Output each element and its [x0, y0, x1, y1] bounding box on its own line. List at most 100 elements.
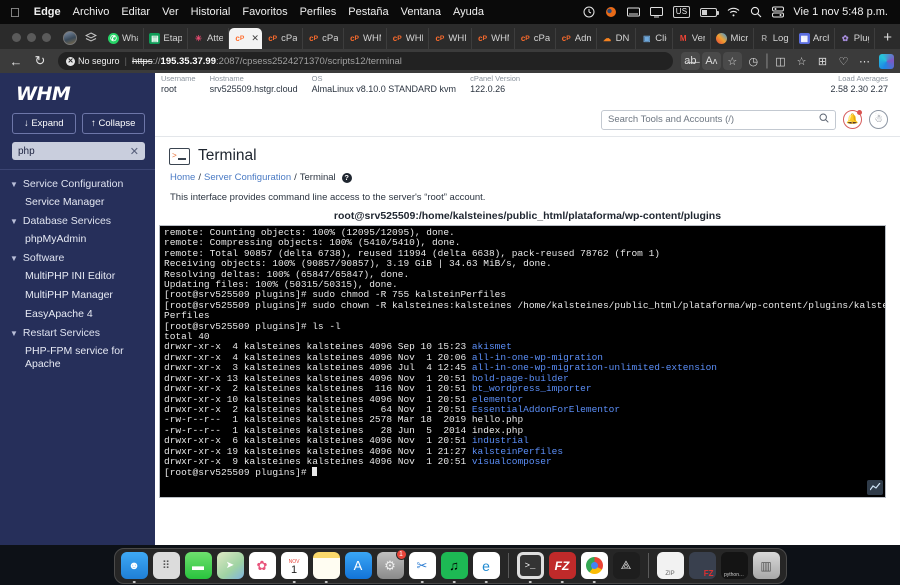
menu-item-ver[interactable]: Ver — [156, 6, 185, 18]
security-indicator[interactable]: ✕ No seguro — [66, 56, 120, 66]
menu-item-ayuda[interactable]: Ayuda — [447, 6, 490, 18]
read-aloud-icon[interactable]: a̶b̶ — [680, 52, 700, 70]
collections-icon[interactable]: ☆ — [792, 52, 811, 70]
filezilla-window-icon[interactable]: FZ — [688, 552, 716, 579]
add-to-collections-icon[interactable]: ⊞ — [813, 52, 832, 70]
clock-status-icon[interactable] — [578, 6, 600, 18]
filezilla-icon[interactable]: FZ — [548, 552, 576, 583]
workspaces-icon[interactable] — [85, 32, 97, 44]
menu-item-ventana[interactable]: Ventana — [395, 6, 447, 18]
spotify-icon[interactable]: ♫ — [440, 552, 468, 583]
browser-tab[interactable]: R Logs — [754, 28, 794, 49]
browser-tab[interactable]: Micro — [711, 28, 754, 49]
terminal-output[interactable]: remote: Counting objects: 100% (12095/12… — [159, 225, 886, 498]
breadcrumb-server-configuration[interactable]: Server Configuration — [204, 172, 291, 183]
search-icon[interactable] — [819, 113, 829, 126]
browser-tab[interactable]: ✆What — [103, 28, 145, 49]
whm-logo[interactable]: WHM — [0, 73, 155, 111]
zip-file-icon[interactable]: ZIP — [656, 552, 684, 579]
copilot-icon[interactable] — [879, 53, 894, 69]
browser-tab[interactable]: cPAdmi — [556, 28, 597, 49]
system-settings-icon[interactable]: ⚙ 1 — [376, 549, 407, 579]
sidebar-group-restart-services[interactable]: ▼ Restart Services — [0, 324, 155, 342]
sidebar-group-software[interactable]: ▼ Software — [0, 249, 155, 267]
sidebar-group-service-configuration[interactable]: ▼ Service Configuration — [0, 175, 155, 193]
reload-icon[interactable]: ↻ — [30, 53, 50, 69]
menubar-clock[interactable]: Vie 1 nov 5:48 p.m. — [789, 6, 894, 18]
zoom-window-button[interactable] — [42, 33, 51, 42]
wifi-status-icon[interactable] — [722, 7, 745, 17]
launchpad-icon[interactable]: ⠿ — [152, 552, 180, 579]
back-arrow-icon[interactable]: ← — [6, 54, 26, 69]
rocket-icon[interactable]: ⟁ — [612, 552, 640, 579]
address-bar[interactable]: ✕ No seguro | https://195.35.37.99:2087/… — [58, 52, 673, 70]
maps-icon[interactable]: ➤ — [216, 552, 244, 579]
close-window-button[interactable] — [12, 33, 21, 42]
expand-button[interactable]: ↓ Expand — [12, 113, 76, 134]
resize-handle-icon[interactable] — [867, 480, 883, 495]
profile-avatar[interactable] — [63, 31, 77, 45]
menu-item-favoritos[interactable]: Favoritos — [236, 6, 293, 18]
app-store-icon[interactable]: A — [344, 552, 372, 579]
sidebar-item-multiphp-ini-editor[interactable]: MultiPHP INI Editor — [0, 267, 155, 286]
menu-item-editar[interactable]: Editar — [115, 6, 156, 18]
browser-essentials-icon[interactable]: ♡ — [834, 52, 853, 70]
browser-tab[interactable]: ✳ Atten — [188, 28, 230, 49]
sidebar-item-service-manager[interactable]: Service Manager — [0, 193, 155, 212]
photos-icon[interactable]: ✿ — [248, 552, 276, 579]
breadcrumb-home[interactable]: Home — [170, 172, 195, 183]
browser-tab[interactable]: cPWHM — [472, 28, 515, 49]
browser-tab[interactable]: M Verif — [673, 28, 712, 49]
display-status-icon[interactable] — [645, 6, 668, 18]
chrome-icon[interactable] — [580, 552, 608, 583]
browser-tab[interactable]: cPWHM — [387, 28, 430, 49]
finder-icon[interactable]: ☻ — [120, 552, 148, 583]
messages-icon[interactable]: ▬ — [184, 552, 212, 579]
browser-tab[interactable]: ▤Etapa — [144, 28, 188, 49]
clear-search-icon[interactable]: ✕ — [130, 145, 139, 158]
close-tab-icon[interactable]: ✕ — [251, 33, 259, 44]
vscode-icon[interactable]: ✂ — [408, 552, 436, 583]
sidebar-item-easyapache-4[interactable]: EasyApache 4 — [0, 305, 155, 324]
browser-tab-active[interactable]: cP\✕ — [229, 28, 263, 49]
control-center-icon[interactable] — [767, 6, 789, 18]
user-account-button[interactable]: ☃ — [869, 110, 888, 129]
keyboard-status-icon[interactable] — [622, 7, 645, 17]
sidebar-item-php-fpm-service-for-apache[interactable]: PHP-FPM service for Apache — [0, 342, 140, 375]
browser-tab[interactable]: cPcPan — [262, 28, 304, 49]
minimize-window-button[interactable] — [27, 33, 36, 42]
menu-item-archivo[interactable]: Archivo — [67, 6, 116, 18]
apple-menu-icon[interactable]:  — [10, 6, 20, 19]
notifications-button[interactable]: 🔔 — [843, 110, 862, 129]
browser-tab[interactable]: cPWHM — [429, 28, 473, 49]
split-screen-icon[interactable]: ◫ — [771, 52, 790, 70]
terminal-icon[interactable]: >_ — [516, 552, 544, 583]
python-window-icon[interactable]: python… — [720, 552, 748, 579]
sidebar-item-phpmyadmin[interactable]: phpMyAdmin — [0, 230, 155, 249]
input-source-indicator[interactable]: US — [668, 6, 696, 18]
browser-tab[interactable]: ▣ Cliq — [636, 28, 673, 49]
history-icon[interactable]: ◷ — [744, 52, 763, 70]
menu-item-perfiles[interactable]: Perfiles — [294, 6, 343, 18]
browser-tab[interactable]: cPcPan — [515, 28, 556, 49]
browser-tab[interactable]: cPcPan — [303, 28, 345, 49]
trash-icon[interactable]: ▥ — [752, 552, 780, 579]
menu-item-historial[interactable]: Historial — [185, 6, 237, 18]
browser-tab[interactable]: ☁DNS — [597, 28, 637, 49]
menu-item-pestana[interactable]: Pestaña — [342, 6, 394, 18]
new-tab-button[interactable]: + — [875, 29, 900, 49]
translate-icon[interactable]: Aᴧ — [701, 52, 721, 70]
edge-icon[interactable]: e — [472, 552, 500, 583]
whm-search-input[interactable]: Search Tools and Accounts (/) — [601, 109, 836, 130]
firefox-status-icon[interactable] — [600, 6, 622, 18]
browser-tab[interactable]: ✿ Plugi — [835, 28, 876, 49]
browser-tab[interactable]: ▦Archi — [794, 28, 835, 49]
help-icon[interactable]: ? — [341, 172, 352, 183]
sidebar-item-multiphp-manager[interactable]: MultiPHP Manager — [0, 286, 155, 305]
battery-status-icon[interactable] — [695, 7, 722, 17]
menu-item-edge[interactable]: Edge — [28, 6, 67, 18]
calendar-icon[interactable]: NOV 1 — [280, 552, 308, 583]
notes-icon[interactable] — [312, 552, 340, 583]
browser-tab[interactable]: cPWHM — [344, 28, 387, 49]
window-traffic-lights[interactable] — [0, 33, 61, 49]
